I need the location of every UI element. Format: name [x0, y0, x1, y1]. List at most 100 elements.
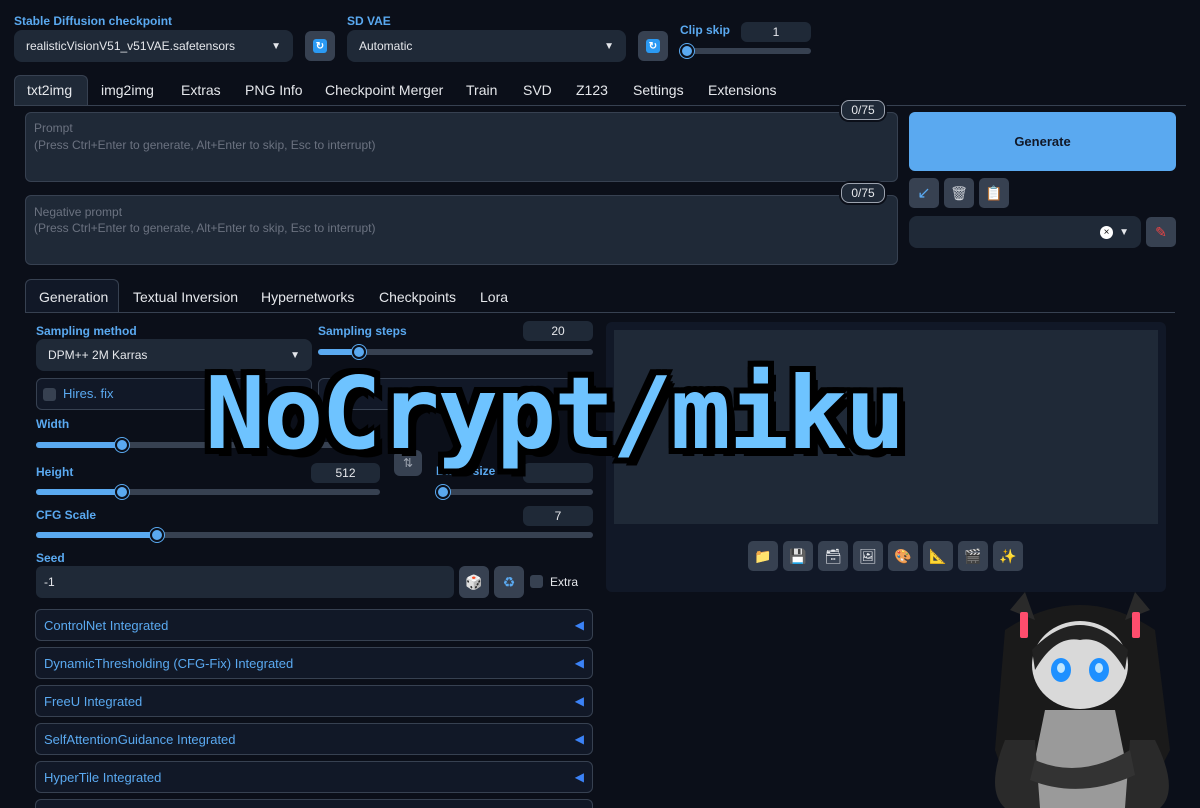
tab-extensions[interactable]: Extensions — [708, 82, 776, 98]
negative-token-counter: 0/75 — [841, 183, 885, 203]
collapse-arrow-icon: ◀ — [574, 618, 584, 632]
subtab-lora[interactable]: Lora — [480, 289, 508, 305]
arrow-down-left-icon: ↙ — [917, 185, 931, 202]
open-folder-button[interactable]: 📁 — [748, 541, 778, 571]
sampling-steps-input[interactable]: 20 — [523, 321, 593, 341]
save-button[interactable]: 💾 — [783, 541, 813, 571]
send-to-inpaint-button[interactable]: 🎨 — [888, 541, 918, 571]
chevron-down-icon: ▼ — [1119, 226, 1129, 238]
prompt-token-counter: 0/75 — [841, 100, 885, 120]
send-to-svd-button[interactable]: 🎬 — [958, 541, 988, 571]
accordion-dynamic-thresholding[interactable]: DynamicThresholding (CFG-Fix) Integrated… — [35, 647, 593, 679]
prompt-placeholder: Prompt — [34, 121, 73, 135]
checkpoint-value: realisticVisionV51_v51VAE.safetensors — [26, 39, 236, 53]
collapse-arrow-icon: ◀ — [574, 770, 584, 784]
clapper-icon: 🎬 — [964, 547, 982, 564]
send-to-img2img-button[interactable]: 🖼 — [853, 541, 883, 571]
accordion-freeu[interactable]: FreeU Integrated ◀ — [35, 685, 593, 717]
slider-thumb[interactable] — [115, 485, 129, 499]
generate-label: Generate — [1014, 134, 1071, 149]
negative-prompt-placeholder: Negative prompt — [34, 205, 123, 219]
clear-prompt-button[interactable]: 🗑 — [944, 178, 974, 208]
refresh-icon: ↻ — [646, 39, 660, 53]
vae-label: SD VAE — [347, 14, 391, 28]
triangle-ruler-icon: 📐 — [929, 547, 947, 564]
accordion-label: HyperTile Integrated — [44, 769, 162, 785]
cfg-scale-slider[interactable] — [36, 528, 593, 542]
slider-fill — [36, 442, 122, 448]
collapse-arrow-icon: ◀ — [574, 732, 584, 746]
archive-icon: 🗃 — [824, 547, 842, 564]
seed-label: Seed — [36, 551, 65, 565]
image-icon: 🖼 — [859, 547, 877, 564]
slider-thumb[interactable] — [150, 528, 164, 542]
cfg-scale-input[interactable]: 7 — [523, 506, 593, 526]
hires-fix-label: Hires. fix — [63, 386, 114, 401]
subtab-hypernetworks[interactable]: Hypernetworks — [261, 289, 354, 305]
clip-skip-input[interactable]: 1 — [741, 22, 811, 42]
recycle-icon: ♻ — [502, 573, 516, 590]
slider-fill — [36, 532, 157, 538]
accordion-label: ControlNet Integrated — [44, 617, 169, 633]
tab-settings[interactable]: Settings — [633, 82, 684, 98]
random-seed-button[interactable]: 🎲 — [459, 566, 489, 598]
clipboard-icon: 📋 — [985, 184, 1003, 201]
collapse-arrow-icon: ◀ — [574, 656, 584, 670]
extra-seed-checkbox[interactable] — [530, 575, 543, 588]
trash-icon: 🗑 — [950, 184, 968, 201]
tab-img2img[interactable]: img2img — [101, 82, 154, 98]
negative-prompt-hint: (Press Ctrl+Enter to generate, Alt+Enter… — [34, 221, 376, 235]
refresh-checkpoint-button[interactable]: ↻ — [305, 31, 335, 61]
tab-extras[interactable]: Extras — [181, 82, 221, 98]
accordion-controlnet[interactable]: ControlNet Integrated ◀ — [35, 609, 593, 641]
slider-fill — [36, 489, 122, 495]
slider-thumb[interactable] — [115, 438, 129, 452]
chevron-down-icon: ▼ — [271, 40, 281, 52]
height-slider[interactable] — [36, 485, 380, 499]
pencil-icon: ✎ — [1155, 223, 1167, 240]
checkpoint-dropdown[interactable]: realisticVisionV51_v51VAE.safetensors ▼ — [14, 30, 293, 62]
zip-button[interactable]: 🗃 — [818, 541, 848, 571]
palette-icon: 🎨 — [894, 547, 912, 564]
extra-seed-label: Extra — [550, 575, 579, 589]
send-to-extras-button[interactable]: 📐 — [923, 541, 953, 571]
generate-button[interactable]: Generate — [909, 112, 1176, 171]
reuse-seed-button[interactable]: ♻ — [494, 566, 524, 598]
slider-thumb[interactable] — [436, 485, 450, 499]
height-label: Height — [36, 465, 74, 479]
sparkles-icon: ✨ — [999, 547, 1017, 564]
watermark-text: NoCrypt/miku — [205, 355, 905, 472]
refresh-vae-button[interactable]: ↻ — [638, 31, 668, 61]
width-label: Width — [36, 417, 70, 431]
accordion-hypertile[interactable]: HyperTile Integrated ◀ — [35, 761, 593, 793]
refresh-icon: ↻ — [313, 39, 327, 53]
subtab-generation[interactable]: Generation — [39, 289, 108, 305]
chevron-down-icon: ▼ — [604, 40, 614, 52]
slider-thumb[interactable] — [680, 44, 694, 58]
accordion-self-attention-guidance[interactable]: SelfAttentionGuidance Integrated ◀ — [35, 723, 593, 755]
tab-z123[interactable]: Z123 — [576, 82, 608, 98]
tab-train[interactable]: Train — [466, 82, 497, 98]
tab-txt2img[interactable]: txt2img — [27, 82, 72, 98]
upscale-button[interactable]: ✨ — [993, 541, 1023, 571]
vae-dropdown[interactable]: Automatic ▼ — [347, 30, 626, 62]
batch-size-slider[interactable] — [436, 485, 593, 499]
clip-skip-slider[interactable] — [680, 44, 811, 58]
tab-checkpoint-merger[interactable]: Checkpoint Merger — [325, 82, 443, 98]
clear-icon[interactable]: × — [1100, 225, 1114, 239]
read-params-button[interactable]: ↙ — [909, 178, 939, 208]
save-icon: 💾 — [789, 547, 807, 564]
vae-value: Automatic — [359, 39, 413, 53]
edit-styles-button[interactable]: ✎ — [1146, 217, 1176, 247]
hires-fix-checkbox[interactable] — [43, 388, 56, 401]
tab-png-info[interactable]: PNG Info — [245, 82, 303, 98]
styles-dropdown[interactable]: × ▼ — [909, 216, 1141, 248]
seed-input[interactable]: -1 — [36, 566, 454, 598]
tab-svd[interactable]: SVD — [523, 82, 552, 98]
accordion-partial — [35, 799, 593, 808]
subtab-textual-inversion[interactable]: Textual Inversion — [133, 289, 238, 305]
tab-divider — [14, 105, 1186, 106]
cfg-scale-label: CFG Scale — [36, 508, 97, 522]
subtab-checkpoints[interactable]: Checkpoints — [379, 289, 456, 305]
apply-styles-button[interactable]: 📋 — [979, 178, 1009, 208]
